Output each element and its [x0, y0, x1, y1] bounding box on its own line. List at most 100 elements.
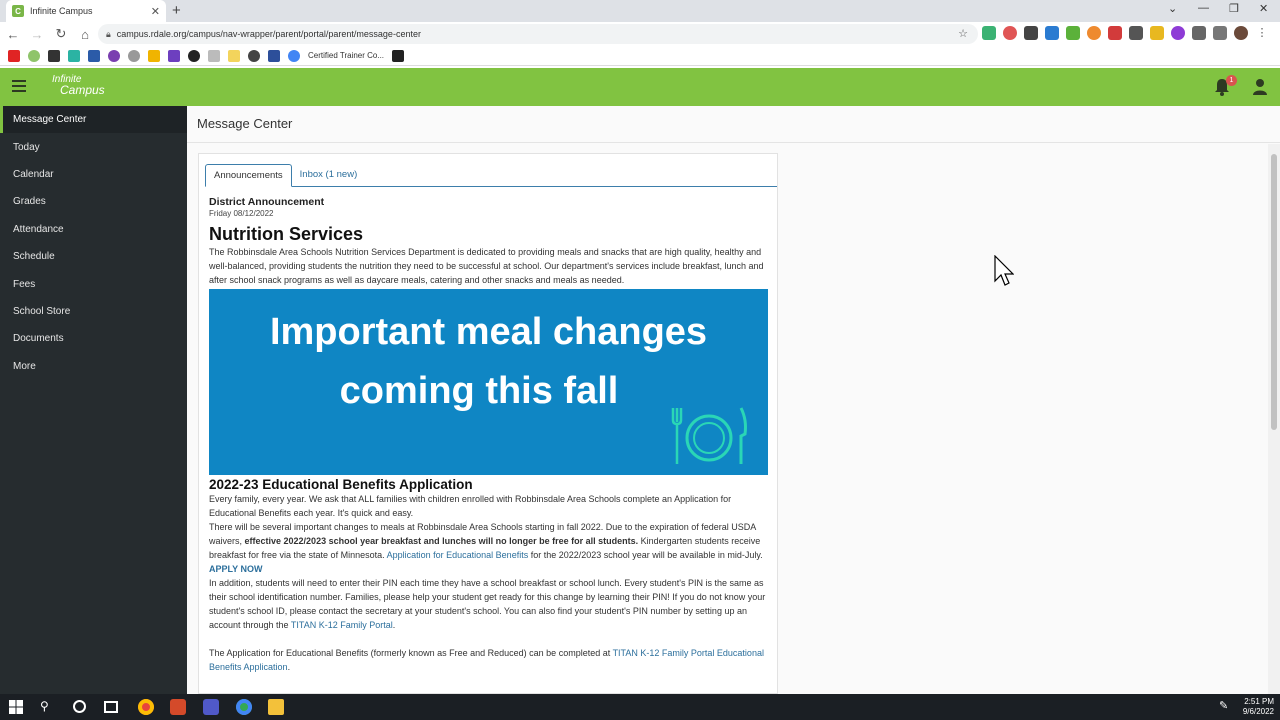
bookmark-certified-trainer[interactable]: Certified Trainer Co... — [308, 51, 384, 60]
tab-announcements[interactable]: Announcements — [205, 164, 292, 187]
bookmark-icon[interactable] — [68, 49, 80, 62]
bookmark-icon[interactable] — [168, 49, 180, 62]
bookmark-icon[interactable] — [88, 49, 100, 62]
search-icon[interactable]: ⚲ — [40, 699, 56, 715]
extension-icon[interactable] — [1108, 26, 1122, 40]
clock-time: 2:51 PM — [1244, 697, 1274, 706]
cortana-icon[interactable] — [73, 700, 86, 713]
page-scrollbar[interactable] — [1268, 144, 1280, 694]
plate-fork-knife-icon — [671, 407, 747, 464]
message-card: Announcements Inbox (1 new) District Ann… — [198, 153, 778, 694]
reload-icon[interactable]: ↻ — [50, 26, 72, 42]
bookmark-icon[interactable] — [228, 49, 240, 62]
forward-icon[interactable]: → — [26, 27, 48, 42]
windows-start-icon[interactable] — [8, 699, 24, 715]
extension-icon[interactable] — [1150, 26, 1164, 40]
side-panel-icon[interactable] — [1213, 26, 1227, 40]
mouse-cursor-icon — [994, 255, 1014, 286]
taskbar-clock[interactable]: 2:51 PM 9/6/2022 — [1236, 697, 1274, 717]
bookmark-icon[interactable] — [208, 49, 220, 62]
teams-taskbar-icon[interactable] — [203, 699, 219, 715]
tab-list-icon[interactable]: ⌄ — [1168, 2, 1177, 15]
chrome-taskbar-icon[interactable] — [138, 699, 154, 715]
youtube-bookmark-icon[interactable] — [8, 49, 20, 62]
browser-tabstrip: C Infinite Campus ✕ + ⌄ — ❐ ✕ — [0, 0, 1280, 22]
bookmark-icon[interactable] — [392, 49, 405, 62]
puzzle-icon[interactable] — [1192, 26, 1206, 40]
sidebar-item-schedule[interactable]: Schedule — [0, 243, 187, 270]
page-title: Message Center — [197, 116, 293, 131]
bookmark-icon[interactable] — [248, 49, 260, 62]
extension-icon[interactable] — [982, 26, 996, 40]
main-content: Message Center Announcements Inbox (1 ne… — [187, 106, 1280, 694]
profile-avatar[interactable] — [1234, 26, 1248, 40]
bookmarks-bar: Certified Trainer Co... — [0, 46, 1280, 66]
intro-paragraph: The Robbinsdale Area Schools Nutrition S… — [209, 247, 764, 285]
sidebar-item-documents[interactable]: Documents — [0, 325, 187, 352]
bookmark-icon[interactable] — [48, 49, 60, 62]
announcement-date: Friday 08/12/2022 — [209, 209, 274, 218]
user-account-icon[interactable] — [1252, 78, 1268, 96]
bookmark-icon[interactable] — [148, 49, 160, 62]
extension-icon[interactable] — [1024, 26, 1038, 40]
tab-close-icon[interactable]: ✕ — [151, 5, 160, 18]
infinite-campus-logo[interactable]: Infinite Campus — [52, 74, 105, 96]
application-link[interactable]: Application for Educational Benefits — [387, 550, 529, 560]
announcement-heading: Nutrition Services — [209, 224, 364, 244]
file-explorer-icon[interactable] — [268, 699, 284, 715]
sidebar-item-calendar[interactable]: Calendar — [0, 161, 187, 188]
tab-inbox[interactable]: Inbox (1 new) — [292, 164, 366, 187]
banner-line1: Important meal changes — [269, 311, 708, 353]
apply-now-link[interactable]: APPLY NOW — [209, 562, 769, 576]
sidebar-item-grades[interactable]: Grades — [0, 188, 187, 215]
sidebar-item-today[interactable]: Today — [0, 133, 187, 160]
google-bookmark-icon[interactable] — [288, 49, 300, 62]
extension-icon[interactable] — [1129, 26, 1143, 40]
logo-line2: Campus — [60, 83, 105, 97]
sidebar-item-school-store[interactable]: School Store — [0, 298, 187, 325]
title-divider — [187, 142, 1280, 143]
bookmark-star-icon[interactable]: ☆ — [958, 27, 968, 40]
new-tab-icon[interactable]: + — [172, 2, 181, 19]
sidebar-item-attendance[interactable]: Attendance — [0, 216, 187, 243]
paragraph-pin: In addition, students will need to enter… — [209, 576, 769, 632]
sidebar-item-message-center[interactable]: Message Center — [0, 106, 187, 134]
extension-icon[interactable] — [1045, 26, 1059, 40]
announcement-title: District Announcement — [209, 196, 325, 208]
bookmark-icon[interactable] — [268, 49, 280, 62]
browser-tab[interactable]: C Infinite Campus ✕ — [6, 0, 166, 22]
address-toolbar: ← → ↻ ⌂ 🔒︎ campus.rdale.org/campus/nav-w… — [0, 22, 1280, 46]
announcement-body: District Announcement Friday 08/12/2022 … — [209, 196, 769, 674]
meal-changes-banner: Important meal changes coming this fall — [209, 289, 768, 475]
back-icon[interactable]: ← — [2, 27, 24, 42]
scrollbar-thumb[interactable] — [1271, 154, 1277, 430]
window-close-icon[interactable]: ✕ — [1259, 2, 1268, 15]
chrome-taskbar-icon[interactable] — [236, 699, 252, 715]
extension-icon[interactable] — [1003, 26, 1017, 40]
paragraph-meal-changes: There will be several important changes … — [209, 520, 769, 562]
sidebar-item-fees[interactable]: Fees — [0, 270, 187, 297]
browser-tab-title: Infinite Campus — [30, 6, 93, 16]
hamburger-menu-icon[interactable] — [12, 80, 26, 95]
infinite-campus-favicon-icon: C — [12, 5, 24, 17]
extension-icon[interactable] — [1066, 26, 1080, 40]
sidebar-item-more[interactable]: More — [0, 353, 187, 380]
url-text: campus.rdale.org/campus/nav-wrapper/pare… — [116, 29, 421, 39]
minimize-icon[interactable]: — — [1198, 2, 1209, 14]
home-icon[interactable]: ⌂ — [74, 27, 96, 42]
bookmark-icon[interactable] — [188, 49, 200, 62]
titan-portal-link[interactable]: TITAN K-12 Family Portal — [291, 620, 393, 630]
extension-icon[interactable] — [1171, 26, 1185, 40]
bookmark-icon[interactable] — [108, 49, 120, 62]
banner-line2: coming this fall — [339, 370, 619, 412]
task-view-icon[interactable] — [104, 701, 118, 713]
bookmark-icon[interactable] — [128, 49, 140, 62]
text-span: The Application for Educational Benefits… — [209, 648, 613, 658]
url-bar[interactable]: 🔒︎ campus.rdale.org/campus/nav-wrapper/p… — [98, 24, 978, 44]
app-taskbar-icon[interactable] — [170, 699, 186, 715]
maximize-icon[interactable]: ❐ — [1229, 2, 1239, 15]
menu-kebab-icon[interactable]: ⋮ — [1255, 26, 1269, 40]
extension-icon[interactable] — [1087, 26, 1101, 40]
bookmark-icon[interactable] — [28, 49, 40, 62]
pen-icon[interactable]: ✎ — [1219, 699, 1235, 715]
